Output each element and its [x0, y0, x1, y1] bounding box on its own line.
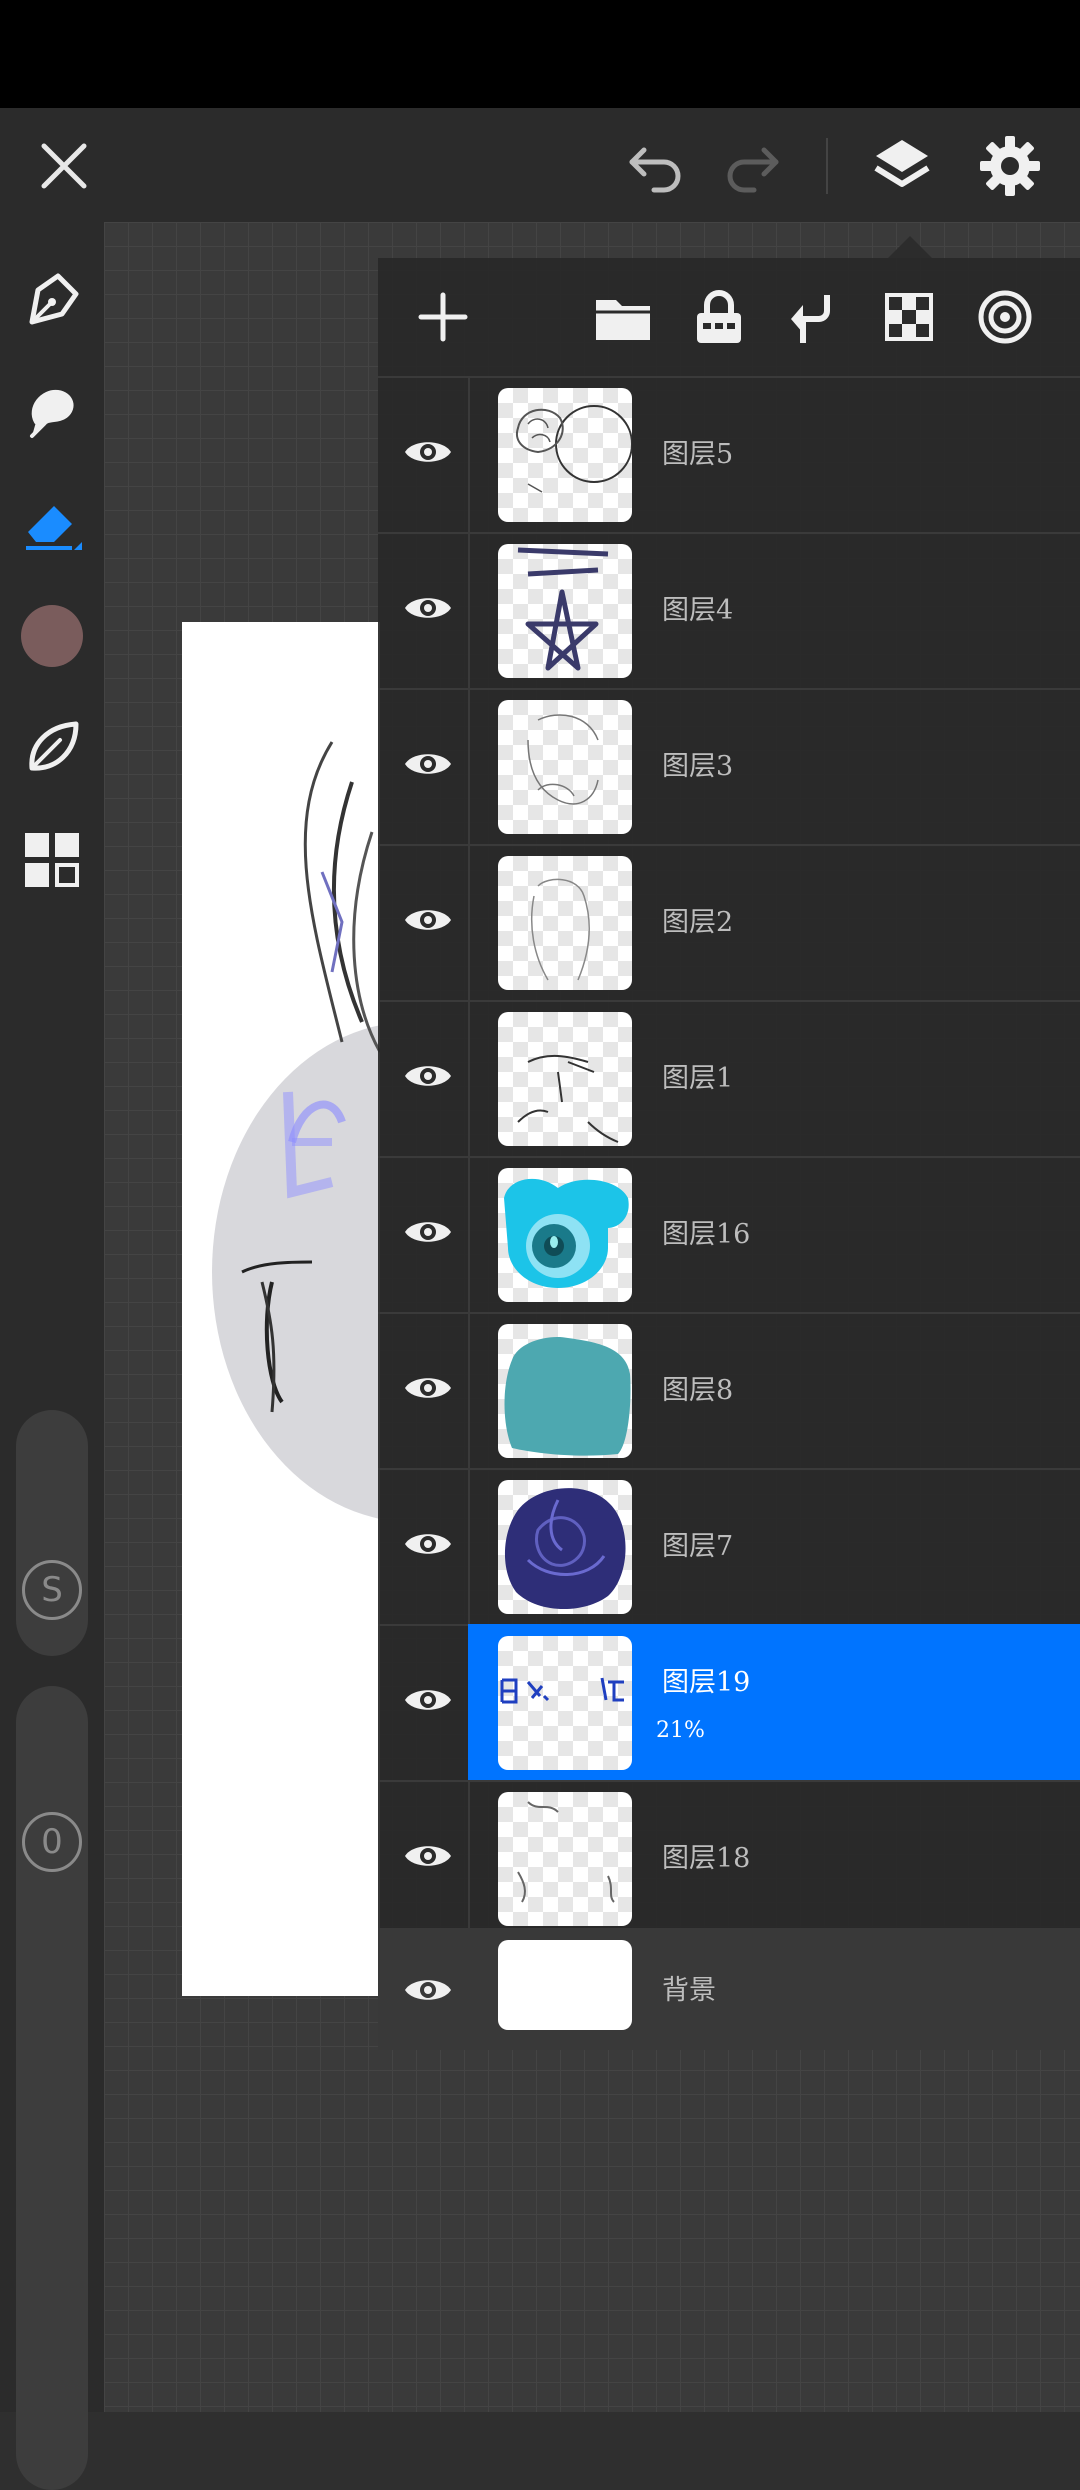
- background-thumbnail: [498, 1940, 632, 2030]
- row-divider: [468, 688, 470, 844]
- layer-name: 图层7: [662, 1531, 734, 1562]
- layer-row-selected[interactable]: 图层19 21%: [378, 1624, 1080, 1782]
- layer-thumbnail: [498, 1636, 632, 1770]
- eye-icon[interactable]: [396, 1356, 460, 1420]
- row-divider: [468, 376, 470, 532]
- row-divider: [468, 1468, 470, 1624]
- lock-icon[interactable]: [684, 282, 754, 352]
- row-divider: [468, 844, 470, 1000]
- folder-icon[interactable]: [588, 282, 658, 352]
- eye-icon[interactable]: [396, 732, 460, 796]
- opacity-slider-knob[interactable]: 0: [22, 1812, 82, 1872]
- layer-name: 图层5: [662, 439, 734, 470]
- layer-name: 图层1: [662, 1063, 734, 1094]
- left-tool-sidebar: S 0: [0, 222, 104, 2490]
- layer-row[interactable]: 图层16: [378, 1156, 1080, 1314]
- background-layer-row[interactable]: 背景: [378, 1928, 1080, 2050]
- grid-icon[interactable]: [14, 822, 90, 898]
- layer-name: 图层2: [662, 907, 734, 938]
- layer-name: 图层19: [662, 1667, 751, 1698]
- eraser-icon[interactable]: [14, 486, 90, 562]
- size-slider-knob[interactable]: S: [22, 1560, 82, 1620]
- merge-down-icon[interactable]: [778, 282, 848, 352]
- layer-row[interactable]: 图层5: [378, 376, 1080, 534]
- layer-thumbnail: [498, 1792, 632, 1926]
- brush-opacity-slider[interactable]: 0: [16, 1686, 88, 2490]
- canvas-artwork: [212, 741, 380, 1519]
- layers-panel-toolbar: [378, 258, 1080, 378]
- row-divider: [468, 1780, 470, 1936]
- alpha-lock-icon[interactable]: [874, 282, 944, 352]
- layer-row[interactable]: 图层1: [378, 1000, 1080, 1158]
- layer-thumbnail: [498, 1480, 632, 1614]
- row-divider: [468, 1156, 470, 1312]
- smudge-icon[interactable]: [14, 374, 90, 450]
- pen-icon[interactable]: [14, 262, 90, 338]
- layer-row[interactable]: 图层18: [378, 1780, 1080, 1938]
- color-swatch[interactable]: [14, 598, 90, 674]
- add-icon[interactable]: [408, 282, 478, 352]
- layer-row[interactable]: 图层8: [378, 1312, 1080, 1470]
- eye-icon[interactable]: [396, 1512, 460, 1576]
- redo-icon[interactable]: [712, 126, 792, 206]
- eye-icon[interactable]: [396, 1668, 460, 1732]
- layer-name: 图层8: [662, 1375, 734, 1406]
- layer-name: 图层4: [662, 595, 734, 626]
- layer-opacity: 21%: [656, 1718, 705, 1743]
- layer-thumbnail: [498, 388, 632, 522]
- layer-effects-icon[interactable]: [970, 282, 1040, 352]
- row-divider: [468, 1000, 470, 1156]
- eye-icon[interactable]: [396, 888, 460, 952]
- eye-icon[interactable]: [396, 420, 460, 484]
- layer-row[interactable]: 图层4: [378, 532, 1080, 690]
- layer-row[interactable]: 图层7: [378, 1468, 1080, 1626]
- row-divider: [468, 1312, 470, 1468]
- brush-size-slider[interactable]: S: [16, 1410, 88, 1656]
- layer-thumbnail: [498, 544, 632, 678]
- layer-row[interactable]: 图层2: [378, 844, 1080, 1002]
- layer-name: 图层18: [662, 1843, 751, 1874]
- layers-icon[interactable]: [862, 126, 942, 206]
- row-divider: [468, 532, 470, 688]
- background-layer-name: 背景: [662, 1975, 716, 2006]
- layers-panel: 图层5 图层4 图层3 图层2 图层1 图层16 图层8 图层7 图层19 21…: [378, 258, 1080, 2050]
- layer-thumbnail: [498, 1168, 632, 1302]
- layer-thumbnail: [498, 700, 632, 834]
- eye-icon[interactable]: [396, 576, 460, 640]
- status-bar: [0, 0, 1080, 108]
- close-icon[interactable]: [24, 126, 104, 206]
- gear-icon[interactable]: [970, 126, 1050, 206]
- eye-icon[interactable]: [396, 1044, 460, 1108]
- eye-icon[interactable]: [396, 1958, 460, 2022]
- undo-icon[interactable]: [616, 126, 696, 206]
- layers-panel-caret: [888, 236, 932, 258]
- layer-name: 图层16: [662, 1219, 751, 1250]
- drawing-canvas[interactable]: [182, 622, 380, 1996]
- eye-icon[interactable]: [396, 1824, 460, 1888]
- layer-name: 图层3: [662, 751, 734, 782]
- leaf-icon[interactable]: [14, 710, 90, 786]
- layer-thumbnail: [498, 1012, 632, 1146]
- top-toolbar: [0, 108, 1080, 222]
- layer-thumbnail: [498, 1324, 632, 1458]
- layer-thumbnail: [498, 856, 632, 990]
- layer-row[interactable]: 图层3: [378, 688, 1080, 846]
- eye-icon[interactable]: [396, 1200, 460, 1264]
- toolbar-divider: [826, 138, 828, 194]
